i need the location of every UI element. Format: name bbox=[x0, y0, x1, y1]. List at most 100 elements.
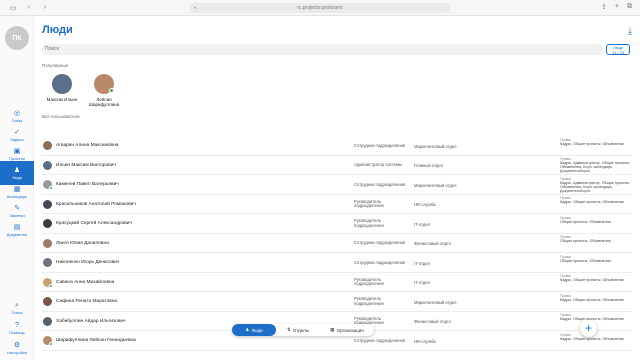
user-position: Сотрудник подразделения bbox=[354, 240, 406, 245]
rights-value: Кадры, Общие проекты, Объявления bbox=[560, 141, 624, 146]
table-row[interactable]: Никоненко Игорь Денисович Сотрудник подра… bbox=[42, 253, 632, 273]
user-name: Сафина Рената Маратовна bbox=[56, 299, 118, 304]
avatar[interactable]: ПК bbox=[5, 26, 29, 50]
user-department: Маркетинговый отдел bbox=[414, 182, 457, 188]
tab-label: Отделы bbox=[292, 327, 310, 333]
popular-user[interactable]: Максим Ильин bbox=[42, 74, 82, 102]
table-row[interactable]: Красильников Анатолий Романович Руководит… bbox=[42, 195, 632, 214]
sidebar-item[interactable]: ⚙ Настройки bbox=[0, 336, 34, 360]
back-icon[interactable]: ‹ bbox=[24, 4, 34, 12]
user-rights: Права Общие проекты, Объявления bbox=[560, 235, 632, 243]
sidebar-toggle-icon[interactable]: ▭ bbox=[8, 4, 18, 12]
search-input[interactable] bbox=[42, 44, 602, 55]
rights-value: Кадры, Общие проекты, Объявления bbox=[560, 278, 624, 283]
rights-value: Кадры, Общие проекты, Объявления bbox=[560, 317, 624, 322]
check-icon: ✓ bbox=[14, 128, 20, 136]
user-name: Хабибуллин Айдар Ильгизович bbox=[56, 318, 126, 324]
rights-value: Общие проекты, Объявления bbox=[560, 219, 611, 224]
rights-value: Кадры, Администратор, Общие проекты, Объ… bbox=[560, 161, 631, 174]
sidebar-item[interactable]: ▤ Документы bbox=[0, 218, 34, 242]
person-icon: ♟ bbox=[13, 166, 21, 174]
forward-icon[interactable]: › bbox=[40, 4, 50, 12]
user-name: Ильин Максим Викторович bbox=[56, 162, 116, 168]
user-rights: Права Кадры, Администратор, Общие проекты… bbox=[560, 177, 632, 193]
user-name: Каменев Павел Валерьевич bbox=[56, 182, 119, 187]
sidebar: ПК ◎ Today ✓ Задачи ▣ Проекты ♟ Люди ▦ Календарь ✎… bbox=[0, 16, 34, 360]
sidebar-item-label: Календарь bbox=[6, 193, 28, 199]
help-icon: ? bbox=[15, 321, 19, 329]
table-row[interactable]: Каменев Павел Валерьевич Сотрудник подраз… bbox=[42, 175, 632, 195]
user-photo bbox=[43, 258, 52, 267]
download-icon[interactable]: ⤓ bbox=[628, 26, 632, 37]
user-department: HR-служба bbox=[414, 338, 436, 344]
user-photo bbox=[43, 180, 53, 190]
user-rights: Права Общие проекты, Объявления bbox=[560, 255, 632, 263]
new-tab-icon[interactable]: + bbox=[615, 3, 619, 11]
user-rights: Права Общие проекты, Объявления bbox=[560, 216, 632, 224]
user-photo bbox=[43, 199, 52, 209]
user-photo bbox=[43, 336, 53, 346]
user-rights: Права Кадры, Общие проекты, Объявления bbox=[560, 196, 632, 204]
popular-label: Популярные bbox=[42, 63, 69, 68]
table-row[interactable]: Ланге Юлия Даниловна Сотрудник подразделе… bbox=[42, 234, 632, 253]
sidebar-item-label: Today bbox=[11, 117, 23, 123]
url-text: rc.projecto.pro/users bbox=[297, 5, 343, 11]
documents-icon: ▤ bbox=[13, 223, 21, 231]
table-row[interactable]: Сафина Рената Маратовна Руководитель подр… bbox=[42, 292, 632, 312]
table-row[interactable]: Красуцкий Сергей Александрович Руководите… bbox=[42, 214, 632, 234]
online-status-icon bbox=[49, 186, 53, 190]
user-department: Маркетинговый отдел bbox=[414, 299, 457, 305]
notes-icon: ✎ bbox=[14, 204, 20, 212]
user-rights: Права Кадры, Общие проекты, Объявления bbox=[560, 294, 632, 302]
user-name: Красильников Анатолий Романович bbox=[56, 201, 136, 207]
hierarchy-button[interactable]: Люди 11 / 23 bbox=[606, 44, 630, 55]
tab-people[interactable]: ♟ Люди bbox=[232, 324, 276, 336]
share-icon[interactable]: ⇪ bbox=[601, 3, 607, 11]
tab-label: Организация bbox=[336, 327, 364, 333]
user-photo bbox=[43, 316, 52, 326]
user-department: IT-отдел bbox=[414, 260, 430, 266]
user-position: Сотрудник подразделения bbox=[354, 181, 406, 187]
user-name: Шарифуллина Лейсан Геннадьевна bbox=[56, 338, 136, 343]
table-row[interactable]: Агварян Алина Максимовна Сотрудник подраз… bbox=[42, 136, 632, 156]
user-rights: Права Кадры, Общие проекты, Объявления bbox=[560, 333, 632, 341]
user-rights: Права Кадры, Общие проекты, Объявления bbox=[560, 274, 632, 282]
user-name: Красуцкий Сергей Александрович bbox=[56, 221, 132, 226]
all-users-label: Все пользователи bbox=[42, 114, 80, 119]
calendar-icon: ▦ bbox=[13, 185, 21, 193]
user-department: Маркетинговый отдел bbox=[414, 143, 457, 149]
user-rights: Права Кадры, Общие проекты, Объявления bbox=[560, 138, 632, 146]
user-department: IT-отдел bbox=[414, 280, 430, 285]
organization-icon: ▦ bbox=[330, 327, 335, 332]
add-button[interactable]: + bbox=[580, 320, 597, 337]
address-bar[interactable]: ◐ rc.projecto.pro/users bbox=[190, 3, 450, 13]
main-content: Люди ⤓ Люди 11 / 23 Популярные Максим Ил… bbox=[34, 16, 640, 360]
online-status-icon bbox=[49, 283, 53, 288]
target-icon: ◎ bbox=[13, 109, 21, 117]
departments-icon: ⇅ bbox=[286, 327, 291, 332]
popular-user[interactable]: Лейсан Шарифуллина bbox=[84, 74, 124, 107]
user-name: Агварян Алина Максимовна bbox=[56, 143, 119, 148]
rights-value: Общие проекты, Объявления bbox=[560, 239, 611, 244]
sidebar-item-label: Люди bbox=[11, 174, 23, 180]
user-photo bbox=[43, 160, 52, 170]
user-department: IT-отдел bbox=[414, 221, 430, 227]
gear-icon: ⚙ bbox=[13, 341, 21, 349]
user-name: Никоненко Игорь Денисович bbox=[56, 260, 120, 265]
hierarchy-button-count: 11 / 23 bbox=[612, 49, 624, 55]
tabs-icon[interactable]: ⧉ bbox=[627, 3, 632, 11]
sidebar-item-label: Поиск bbox=[11, 309, 23, 315]
user-photo bbox=[43, 277, 53, 288]
rights-value: Общие проекты, Объявления bbox=[560, 258, 611, 263]
tab-organization[interactable]: ▦ Организация bbox=[320, 324, 374, 336]
sidebar-item-label: Проекты bbox=[8, 155, 26, 161]
user-name: Савина Анна Михайловна bbox=[56, 279, 115, 285]
table-row[interactable]: Ильин Максим Викторович Администратор сис… bbox=[42, 156, 632, 175]
table-row[interactable]: Савина Анна Михайловна Руководитель подра… bbox=[42, 273, 632, 292]
tab-departments[interactable]: ⇅ Отделы bbox=[276, 324, 320, 336]
rights-value: Кадры, Администратор, Общие проекты, Объ… bbox=[560, 180, 631, 193]
popular-user-name: Лейсан Шарифуллина bbox=[88, 97, 120, 107]
user-rights: Права Кадры, Общие проекты, Объявления bbox=[560, 313, 632, 321]
user-position: Сотрудник подразделения bbox=[354, 142, 406, 148]
user-position: Руководитель подразделения bbox=[354, 198, 384, 209]
